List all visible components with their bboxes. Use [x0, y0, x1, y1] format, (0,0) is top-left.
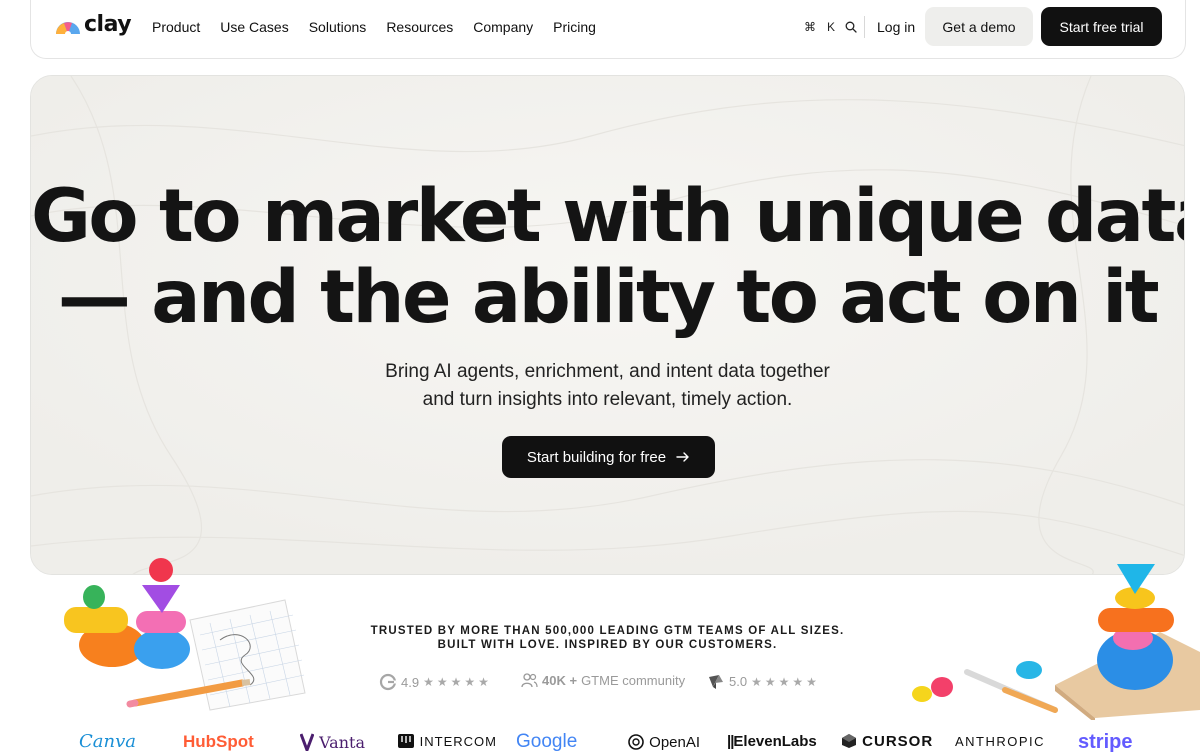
vanta-logo-text: Vanta	[319, 733, 365, 752]
google-logo: Google	[516, 731, 578, 752]
canva-logo: Canva	[79, 731, 136, 752]
intercom-icon	[398, 734, 414, 748]
community-stat[interactable]: 40K + GTME community	[521, 673, 685, 688]
g2-rating-stars: ★★★★★	[423, 675, 492, 689]
intercom-logo-text: INTERCOM	[419, 734, 497, 749]
shortcut-k-key[interactable]: K	[822, 17, 840, 37]
start-building-button[interactable]: Start building for free	[502, 436, 715, 478]
openai-icon	[628, 734, 644, 750]
nav-link-resources[interactable]: Resources	[386, 19, 453, 35]
trust-heading: TRUSTED BY MORE THAN 500,000 LEADING GTM…	[300, 624, 915, 652]
capterra-rating[interactable]: 5.0 ★★★★★	[707, 673, 820, 690]
top-nav: clay Product Use Cases Solutions Resourc…	[30, 0, 1186, 59]
login-link[interactable]: Log in	[877, 19, 915, 35]
search-icon[interactable]	[842, 17, 860, 37]
openai-logo-text: OpenAI	[649, 734, 701, 751]
trust-heading-line-1: TRUSTED BY MORE THAN 500,000 LEADING GTM…	[370, 625, 845, 637]
cursor-logo-text: CURSOR	[862, 733, 934, 750]
nav-link-solutions[interactable]: Solutions	[309, 19, 367, 35]
clay-logo-icon	[56, 22, 80, 35]
clay-pieces-illustration	[912, 564, 1174, 702]
nav-link-use-cases[interactable]: Use Cases	[220, 19, 288, 35]
anthropic-logo: ANTHROPIC	[955, 734, 1046, 749]
hero-headline-line-2: — and the ability to act on it	[57, 255, 1160, 340]
cursor-icon	[842, 734, 856, 748]
community-count: 40K +	[542, 673, 578, 688]
capterra-rating-value: 5.0	[729, 674, 748, 689]
intercom-logo: INTERCOM	[397, 733, 497, 751]
g2-rating[interactable]: 4.9 ★★★★★	[379, 673, 492, 691]
elevenlabs-logo-text: ElevenLabs	[733, 733, 817, 750]
shortcut-cmd-key[interactable]: ⌘	[801, 17, 819, 37]
vanta-icon	[299, 733, 315, 753]
nav-link-pricing[interactable]: Pricing	[553, 19, 596, 35]
capterra-icon	[709, 675, 723, 689]
hero-subtitle-line-1: Bring AI agents, enrichment, and intent …	[385, 361, 830, 382]
nav-link-product[interactable]: Product	[152, 19, 200, 35]
clay-blocks-illustration	[64, 558, 190, 669]
arrow-right-icon	[676, 452, 689, 462]
start-free-trial-button[interactable]: Start free trial	[1041, 7, 1162, 46]
cursor-logo: CURSOR	[841, 733, 933, 751]
clay-sculpture-right-illustration	[912, 564, 1200, 720]
nav-links: Product Use Cases Solutions Resources Co…	[152, 19, 596, 35]
customer-logos: Canva HubSpot Vanta INTERCOM Google Open…	[0, 728, 1200, 753]
brand-name: clay	[84, 12, 132, 37]
hero-headline: Go to market with unique data — and the …	[31, 176, 1184, 338]
nav-link-company[interactable]: Company	[473, 19, 533, 35]
openai-logo: OpenAI	[627, 733, 700, 752]
community-label: GTME community	[581, 673, 686, 688]
nav-divider	[864, 16, 865, 38]
clay-sculpture-left-illustration	[64, 558, 306, 711]
paintbrush-illustration	[964, 669, 1058, 713]
get-demo-button[interactable]: Get a demo	[925, 7, 1033, 46]
vanta-logo: Vanta	[299, 733, 365, 753]
capterra-rating-stars: ★★★★★	[751, 674, 820, 689]
hubspot-logo: HubSpot	[183, 732, 254, 751]
hero-section: Go to market with unique data — and the …	[30, 75, 1185, 575]
start-building-label: Start building for free	[526, 448, 667, 466]
hero-subtitle-line-2: and turn insights into relevant, timely …	[422, 389, 793, 410]
g2-icon	[379, 673, 397, 691]
elevenlabs-logo: ||ElevenLabs	[727, 733, 817, 751]
stripe-logo: stripe	[1078, 731, 1133, 753]
hero-headline-line-1: Go to market with unique data	[31, 174, 1185, 259]
trust-heading-line-2: BUILT WITH LOVE. INSPIRED BY OUR CUSTOME…	[437, 639, 778, 651]
people-icon	[521, 673, 538, 688]
clay-logo[interactable]: clay	[55, 12, 132, 37]
hero-subtitle: Bring AI agents, enrichment, and intent …	[31, 358, 1184, 414]
grid-paper-illustration	[189, 599, 306, 711]
g2-rating-value: 4.9	[401, 674, 420, 690]
